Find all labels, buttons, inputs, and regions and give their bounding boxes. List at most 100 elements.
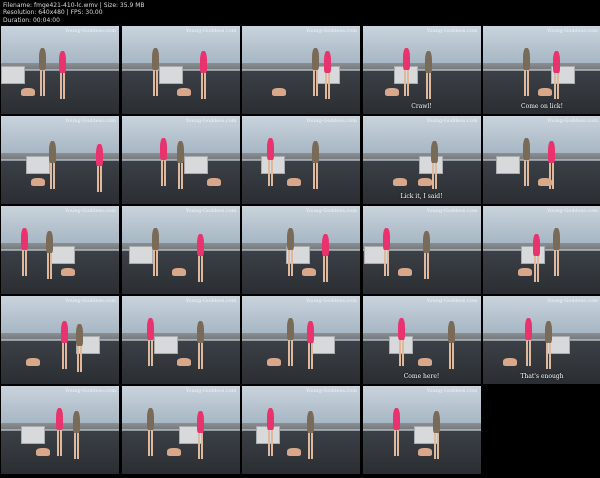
figure-leg <box>100 166 102 192</box>
figure-leg <box>63 73 65 99</box>
figure-leg <box>65 343 67 369</box>
video-thumbnail[interactable]: Young-Goddess.com Come here! <box>362 296 481 384</box>
thumbnail-figure <box>417 178 432 186</box>
figure-leg <box>43 70 45 96</box>
rooftop-structure <box>183 156 208 174</box>
thumbnail-railing <box>242 69 360 72</box>
video-thumbnail[interactable]: Young-Goddess.com <box>242 116 360 204</box>
watermark-text: Young-Goddess.com <box>426 28 478 34</box>
thumbnail-figure <box>397 268 412 276</box>
video-thumbnail[interactable]: Young-Goddess.com <box>242 26 360 114</box>
video-thumbnail[interactable]: Young-Goddess.com Crawl! <box>362 26 481 114</box>
figure-leg <box>308 433 310 459</box>
thumbnail-railing <box>483 339 600 342</box>
figure-leg <box>53 163 55 189</box>
thumbnail-figure <box>196 411 204 433</box>
video-thumbnail[interactable]: Young-Goddess.com <box>1 296 119 384</box>
rooftop-structure <box>496 156 520 174</box>
thumbnail-figure <box>146 408 154 430</box>
video-thumbnail[interactable]: Young-Goddess.com <box>362 386 481 474</box>
video-thumbnail[interactable]: Young-Goddess.com <box>242 386 360 474</box>
figure-leg <box>268 160 270 186</box>
figure-leg <box>326 256 328 282</box>
video-thumbnail[interactable]: Young-Goddess.com <box>483 116 600 204</box>
rooftop-structure <box>26 156 50 174</box>
figure-leg <box>197 433 200 459</box>
thumbnail-figure <box>56 408 63 430</box>
figure-leg <box>60 430 62 456</box>
figure-leg <box>534 256 536 282</box>
thumbnail-figure <box>397 318 405 340</box>
figure-leg <box>325 73 327 99</box>
figure-leg <box>150 430 153 456</box>
thumbnail-figure <box>176 88 191 96</box>
figure-leg <box>200 433 203 459</box>
video-thumbnail[interactable]: Young-Goddess.com <box>121 206 240 294</box>
figure-leg <box>291 340 293 366</box>
thumbnail-rooftop <box>242 340 360 384</box>
video-thumbnail[interactable]: Young-Goddess.com <box>362 206 481 294</box>
thumbnail-figure <box>176 358 191 366</box>
figure-leg <box>197 256 200 282</box>
figure-leg <box>271 430 273 456</box>
video-thumbnail[interactable]: Young-Goddess.com <box>483 206 600 294</box>
figure-leg <box>288 340 290 366</box>
thumbnail-figure <box>196 234 204 256</box>
thumbnail-railing <box>1 339 119 342</box>
figure-leg <box>25 250 27 276</box>
figure-leg <box>527 70 529 96</box>
figure-leg <box>527 160 529 186</box>
video-thumbnail[interactable]: Young-Goddess.com Lick it, I said! <box>362 116 481 204</box>
thumbnail-figure <box>176 141 184 163</box>
figure-leg <box>50 253 52 279</box>
video-thumbnail[interactable]: Young-Goddess.com <box>242 206 360 294</box>
figure-leg <box>80 346 82 372</box>
video-thumbnail[interactable]: Young-Goddess.com <box>1 206 119 294</box>
figure-leg <box>323 256 325 282</box>
figure-leg <box>97 166 99 192</box>
rooftop-structure <box>311 336 335 354</box>
thumbnail-railing <box>362 69 481 72</box>
figure-leg <box>383 250 386 276</box>
video-thumbnail[interactable]: Young-Goddess.com <box>121 296 240 384</box>
rooftop-structure <box>128 246 153 264</box>
watermark-text: Young-Goddess.com <box>306 388 357 394</box>
watermark-text: Young-Goddess.com <box>185 118 237 124</box>
figure-leg <box>311 343 313 369</box>
video-thumbnail[interactable]: Young-Goddess.com <box>121 26 240 114</box>
subtitle-caption: Come on lick! <box>521 103 563 110</box>
file-info-header: Filename: fmge421-410-lc.wmv | Size: 35.… <box>3 2 145 24</box>
watermark-text: Young-Goddess.com <box>547 28 598 34</box>
subtitle-caption: Come here! <box>403 373 440 380</box>
watermark-text: Young-Goddess.com <box>426 118 478 124</box>
figure-leg <box>271 160 273 186</box>
figure-leg <box>313 163 315 189</box>
video-thumbnail[interactable]: Young-Goddess.com <box>121 386 240 474</box>
watermark-text: Young-Goddess.com <box>306 118 357 124</box>
thumbnail-figure <box>312 141 319 163</box>
thumbnail-figure <box>26 358 40 366</box>
video-thumbnail[interactable]: Young-Goddess.com <box>1 116 119 204</box>
figure-leg <box>554 250 556 276</box>
video-thumbnail[interactable]: Young-Goddess.com <box>121 116 240 204</box>
video-thumbnail[interactable]: Young-Goddess.com <box>1 386 119 474</box>
figure-leg <box>150 340 153 366</box>
figure-leg <box>180 163 183 189</box>
thumbnail-figure <box>538 88 552 96</box>
figure-leg <box>431 163 434 189</box>
watermark-text: Young-Goddess.com <box>547 208 598 214</box>
video-thumbnail[interactable]: Young-Goddess.com That's enough <box>483 296 600 384</box>
watermark-text: Young-Goddess.com <box>185 208 237 214</box>
video-thumbnail[interactable]: Young-Goddess.com Come on lick! <box>483 26 600 114</box>
watermark-text: Young-Goddess.com <box>65 208 116 214</box>
thumbnail-figure <box>417 358 432 366</box>
thumbnail-figure <box>447 321 455 343</box>
thumbnail-figure <box>553 228 560 250</box>
thumbnail-figure <box>39 48 46 70</box>
subtitle-caption: Crawl! <box>411 103 432 110</box>
video-thumbnail[interactable]: Young-Goddess.com <box>242 296 360 384</box>
figure-leg <box>546 343 548 369</box>
figure-leg <box>313 70 315 96</box>
figure-leg <box>200 256 203 282</box>
video-thumbnail[interactable]: Young-Goddess.com <box>1 26 119 114</box>
